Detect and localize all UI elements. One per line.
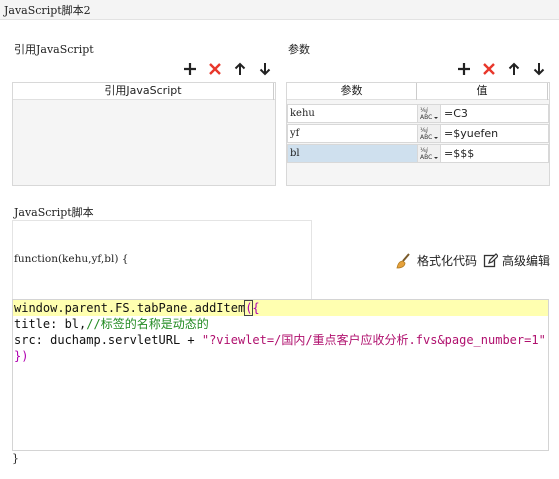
params-table: 参数 值 kehu ⅙ⅉ ABC =C3 yf ⅙ⅉ ABC =$yuefen … — [286, 82, 550, 186]
code-string: "?viewlet=/国内/重点客户应收分析.fvs&page_number=1… — [201, 333, 546, 347]
code-text: window.parent.FS.tabPane.addItem — [14, 301, 246, 315]
arrow-up-icon — [508, 62, 520, 75]
add-ref-button[interactable] — [182, 61, 198, 77]
code-line: src: duchamp.servletURL + "?viewlet=/国内/… — [13, 332, 546, 348]
code-text: }) — [14, 349, 29, 363]
code-line: window.parent.FS.tabPane.addItem({ — [13, 300, 548, 316]
advanced-edit-button[interactable]: 高级编辑 — [483, 252, 550, 269]
param-type-button[interactable]: ⅙ⅉ ABC — [417, 144, 441, 163]
move-ref-up-button[interactable] — [232, 61, 248, 77]
formula-type-icon: ⅙ⅉ ABC — [420, 107, 438, 121]
param-name-cell[interactable]: kehu — [287, 104, 417, 123]
code-brace: { — [252, 301, 260, 315]
code-line: title: bl,//标签的名称是动态的 — [13, 316, 209, 332]
plus-icon — [458, 63, 470, 75]
refs-toolbar — [182, 61, 273, 77]
svg-text:ABC: ABC — [420, 114, 432, 121]
params-value-column-header: 值 — [417, 83, 548, 100]
function-signature-box: function(kehu,yf,bl) { — [12, 220, 312, 300]
svg-text:⅙ⅉ: ⅙ⅉ — [420, 147, 428, 154]
window-title: JavaScript脚本2 — [4, 4, 91, 17]
formula-type-icon: ⅙ⅉ ABC — [420, 147, 438, 161]
refs-section-label: 引用JavaScript — [14, 43, 94, 56]
title-bar: JavaScript脚本2 — [0, 0, 559, 20]
params-table-header: 参数 值 — [287, 83, 549, 100]
move-ref-down-button[interactable] — [257, 61, 273, 77]
move-param-up-button[interactable] — [506, 61, 522, 77]
params-toolbar — [456, 61, 547, 77]
code-text: title: bl, — [14, 317, 87, 331]
refs-column-header: 引用JavaScript — [13, 83, 274, 100]
param-row[interactable]: yf ⅙ⅉ ABC =$yuefen — [287, 124, 549, 143]
param-value-cell[interactable]: =C3 — [441, 104, 549, 123]
broom-icon — [396, 252, 410, 268]
script-section-label: JavaScript脚本 — [14, 206, 94, 219]
advanced-edit-label: 高级编辑 — [502, 254, 551, 268]
params-section-label: 参数 — [288, 43, 310, 56]
plus-icon — [184, 63, 196, 75]
svg-text:ABC: ABC — [420, 154, 432, 161]
format-code-button[interactable]: 格式化代码 — [395, 252, 477, 269]
arrow-down-icon — [259, 63, 271, 76]
svg-text:⅙ⅉ: ⅙ⅉ — [420, 127, 428, 134]
x-icon — [209, 63, 221, 75]
param-row[interactable]: kehu ⅙ⅉ ABC =C3 — [287, 104, 549, 123]
code-line: }) — [13, 348, 28, 364]
code-comment: //标签的名称是动态的 — [86, 317, 209, 331]
edit-icon — [483, 253, 498, 268]
add-param-button[interactable] — [456, 61, 472, 77]
arrow-down-icon — [533, 63, 545, 76]
params-name-column-header: 参数 — [287, 83, 417, 100]
function-signature: function(kehu,yf,bl) { — [14, 253, 129, 265]
function-closing-brace: } — [12, 452, 19, 465]
remove-param-button[interactable] — [481, 61, 497, 77]
param-name-cell[interactable]: yf — [287, 124, 417, 143]
refs-table: 引用JavaScript — [12, 82, 276, 186]
arrow-up-icon — [234, 62, 246, 75]
param-type-button[interactable]: ⅙ⅉ ABC — [417, 104, 441, 123]
remove-ref-button[interactable] — [207, 61, 223, 77]
refs-table-header: 引用JavaScript — [13, 83, 275, 100]
param-type-button[interactable]: ⅙ⅉ ABC — [417, 124, 441, 143]
move-param-down-button[interactable] — [531, 61, 547, 77]
param-value-cell[interactable]: =$yuefen — [441, 124, 549, 143]
code-editor[interactable]: window.parent.FS.tabPane.addItem({ title… — [12, 299, 549, 451]
svg-text:⅙ⅉ: ⅙ⅉ — [420, 107, 428, 114]
param-row-selected[interactable]: bl ⅙ⅉ ABC =$$$ — [287, 144, 549, 163]
param-name-cell[interactable]: bl — [287, 144, 417, 163]
svg-text:ABC: ABC — [420, 134, 432, 141]
format-code-label: 格式化代码 — [417, 254, 478, 268]
x-icon — [483, 63, 495, 75]
formula-type-icon: ⅙ⅉ ABC — [420, 127, 438, 141]
code-text: src: duchamp.servletURL + — [14, 333, 202, 347]
param-value-input[interactable]: =$$$ — [441, 144, 549, 163]
